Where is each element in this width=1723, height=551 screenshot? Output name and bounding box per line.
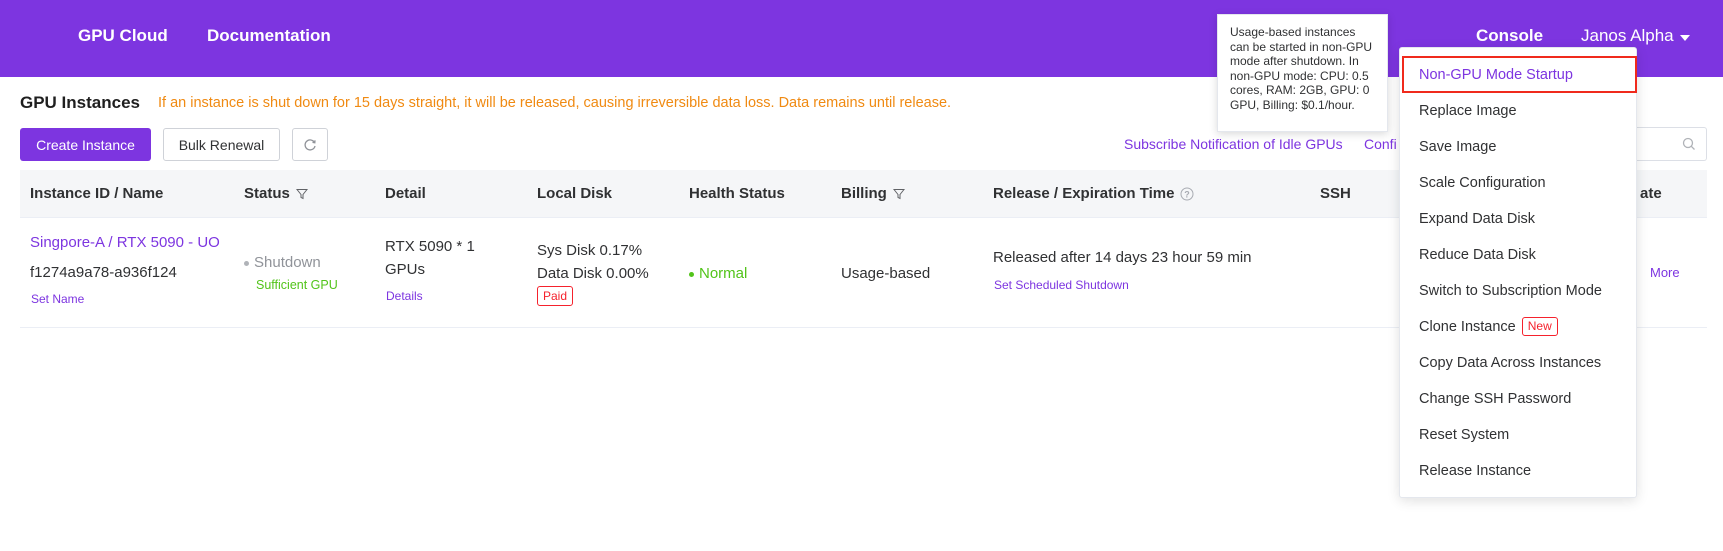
clone-instance-label: Clone Instance bbox=[1419, 318, 1516, 335]
release-time: Released after 14 days 23 hour 59 min bbox=[993, 249, 1252, 266]
nav-gpu-cloud[interactable]: GPU Cloud bbox=[78, 26, 168, 46]
col-status[interactable]: Status bbox=[244, 185, 308, 202]
paid-badge: Paid bbox=[537, 286, 574, 306]
more-link[interactable]: More bbox=[1650, 265, 1680, 280]
menu-item-change-ssh-password[interactable]: Change SSH Password bbox=[1419, 391, 1571, 407]
col-instance-id: Instance ID / Name bbox=[30, 185, 164, 202]
instance-id: f1274a9a78-a936f124 bbox=[30, 264, 177, 281]
bulk-renewal-button[interactable]: Bulk Renewal bbox=[163, 128, 280, 161]
col-local-disk: Local Disk bbox=[537, 185, 613, 202]
detail-gpu: RTX 5090 * 1 bbox=[385, 238, 475, 255]
highlight-box bbox=[1402, 56, 1637, 93]
set-name-link[interactable]: Set Name bbox=[31, 292, 84, 306]
menu-item-reset-system[interactable]: Reset System bbox=[1419, 427, 1509, 443]
more-actions-menu: Non-GPU Mode Startup Replace Image Save … bbox=[1399, 47, 1637, 498]
menu-item-release-instance[interactable]: Release Instance bbox=[1419, 463, 1531, 479]
menu-item-clone-instance[interactable]: Clone Instance New bbox=[1419, 317, 1558, 336]
col-health-status: Health Status bbox=[689, 185, 785, 202]
refresh-button[interactable] bbox=[292, 128, 328, 161]
col-operate: ate bbox=[1640, 185, 1662, 202]
sys-disk: Sys Disk 0.17% bbox=[537, 242, 643, 259]
refresh-icon bbox=[304, 138, 316, 151]
billing-type: Usage-based bbox=[841, 265, 931, 282]
non-gpu-tooltip: Usage-based instances can be started in … bbox=[1217, 14, 1388, 132]
help-icon[interactable]: ? bbox=[1180, 187, 1194, 201]
nav-documentation[interactable]: Documentation bbox=[207, 26, 331, 46]
config-link[interactable]: Confi bbox=[1364, 136, 1397, 152]
col-detail: Detail bbox=[385, 185, 426, 202]
user-menu[interactable]: Janos Alpha bbox=[1581, 26, 1690, 46]
status-dot-icon bbox=[244, 260, 249, 266]
search-icon bbox=[1682, 137, 1695, 150]
menu-item-expand-data-disk[interactable]: Expand Data Disk bbox=[1419, 211, 1535, 227]
instance-name-link[interactable]: Singpore-A / RTX 5090 - UO bbox=[30, 234, 235, 251]
col-release-time: Release / Expiration Time ? bbox=[993, 185, 1194, 202]
nav-console[interactable]: Console bbox=[1476, 26, 1543, 46]
menu-item-replace-image[interactable]: Replace Image bbox=[1419, 103, 1517, 119]
menu-item-copy-data[interactable]: Copy Data Across Instances bbox=[1419, 355, 1601, 371]
health-status: Normal bbox=[689, 265, 747, 282]
col-billing[interactable]: Billing bbox=[841, 185, 905, 202]
menu-item-reduce-data-disk[interactable]: Reduce Data Disk bbox=[1419, 247, 1536, 263]
new-badge: New bbox=[1521, 317, 1558, 336]
health-dot-icon bbox=[689, 271, 694, 277]
filter-icon[interactable] bbox=[295, 188, 308, 200]
user-name: Janos Alpha bbox=[1581, 26, 1674, 45]
col-ssh: SSH bbox=[1320, 185, 1351, 202]
details-link[interactable]: Details bbox=[386, 289, 423, 303]
page-title: GPU Instances bbox=[20, 93, 140, 112]
filter-icon[interactable] bbox=[892, 188, 905, 200]
status-text: Shutdown bbox=[244, 254, 321, 271]
set-scheduled-shutdown-link[interactable]: Set Scheduled Shutdown bbox=[994, 278, 1129, 292]
caret-down-icon bbox=[1679, 34, 1690, 41]
create-instance-button[interactable]: Create Instance bbox=[20, 128, 151, 161]
detail-gpu-unit: GPUs bbox=[385, 261, 426, 278]
svg-text:?: ? bbox=[1185, 189, 1191, 199]
release-warning: If an instance is shut down for 15 days … bbox=[158, 95, 952, 111]
data-disk: Data Disk 0.00% bbox=[537, 265, 649, 282]
menu-item-save-image[interactable]: Save Image bbox=[1419, 139, 1496, 155]
menu-item-scale-configuration[interactable]: Scale Configuration bbox=[1419, 175, 1546, 191]
subscribe-idle-gpu-link[interactable]: Subscribe Notification of Idle GPUs bbox=[1124, 136, 1343, 152]
menu-item-switch-subscription[interactable]: Switch to Subscription Mode bbox=[1419, 283, 1602, 299]
gpu-availability: Sufficient GPU bbox=[256, 278, 338, 292]
